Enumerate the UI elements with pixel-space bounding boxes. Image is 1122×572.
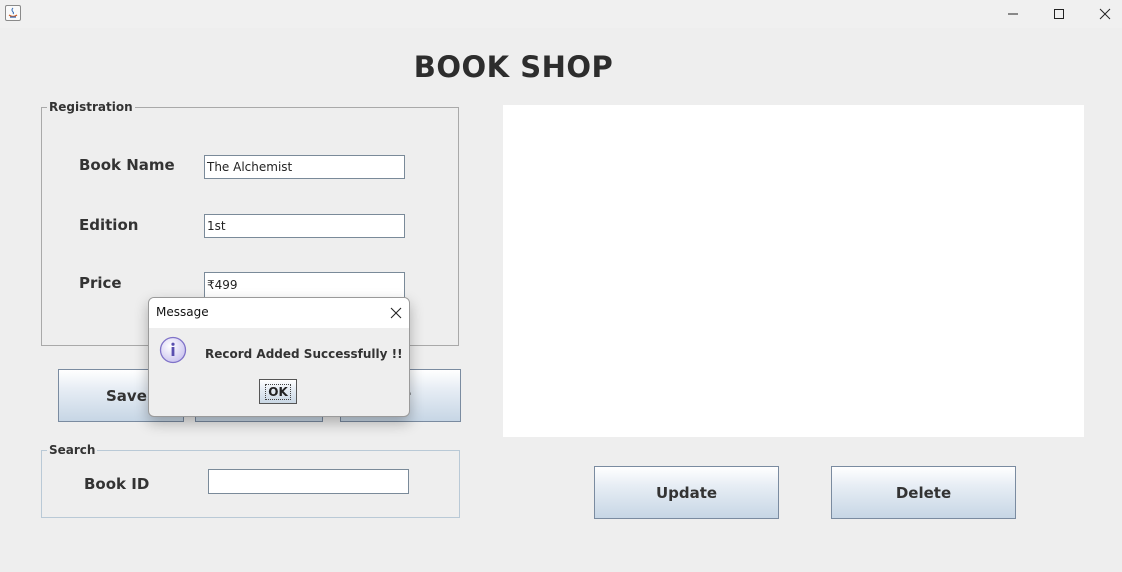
edition-label: Edition (79, 216, 139, 234)
search-legend: Search (47, 443, 98, 457)
update-button-label: Update (655, 483, 718, 502)
book-name-label: Book Name (79, 156, 175, 174)
book-id-search-field[interactable] (208, 469, 409, 494)
books-table[interactable] (503, 105, 1084, 437)
window-close-button[interactable] (1082, 0, 1122, 28)
price-field[interactable]: ₹499 (204, 272, 405, 298)
maximize-icon (1054, 9, 1064, 19)
edition-field[interactable]: 1st (204, 214, 405, 238)
minimize-icon (1008, 13, 1018, 15)
window-titlebar (0, 0, 1122, 28)
book-name-field[interactable]: The Alchemist (204, 155, 405, 179)
close-icon (390, 307, 402, 319)
java-app-icon[interactable] (5, 5, 21, 21)
dialog-title: Message (156, 305, 209, 319)
delete-button-label: Delete (895, 483, 952, 502)
dialog-titlebar: Message (149, 298, 409, 328)
dialog-close-button[interactable] (389, 305, 403, 319)
registration-legend: Registration (47, 100, 135, 114)
dialog-message: Record Added Successfully !! (205, 347, 403, 361)
ok-button[interactable]: OK (259, 379, 297, 404)
minimize-button[interactable] (990, 0, 1036, 28)
price-label: Price (79, 274, 122, 292)
update-button[interactable]: Update (594, 466, 779, 519)
save-button-label: Save (106, 386, 147, 405)
book-id-label: Book ID (84, 475, 150, 493)
maximize-button[interactable] (1036, 0, 1082, 28)
info-icon (159, 336, 187, 368)
close-icon (1099, 8, 1111, 20)
ok-button-label: OK (265, 383, 291, 400)
page-title: BOOK SHOP (413, 50, 614, 84)
delete-button[interactable]: Delete (831, 466, 1016, 519)
message-dialog: Message Record Added Successfully !! OK (148, 297, 410, 417)
